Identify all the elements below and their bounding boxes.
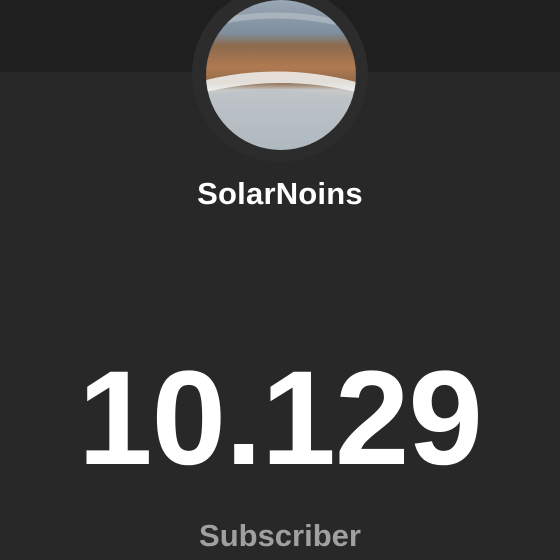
channel-name[interactable]: SolarNoins [0,176,560,212]
subscriber-count: 10.129 [78,344,483,493]
subscriber-label: Subscriber [199,518,361,553]
avatar[interactable] [206,0,356,150]
avatar-image [206,0,356,150]
subscriber-counter-screen: SolarNoins 10.129 Subscriber [0,0,560,560]
